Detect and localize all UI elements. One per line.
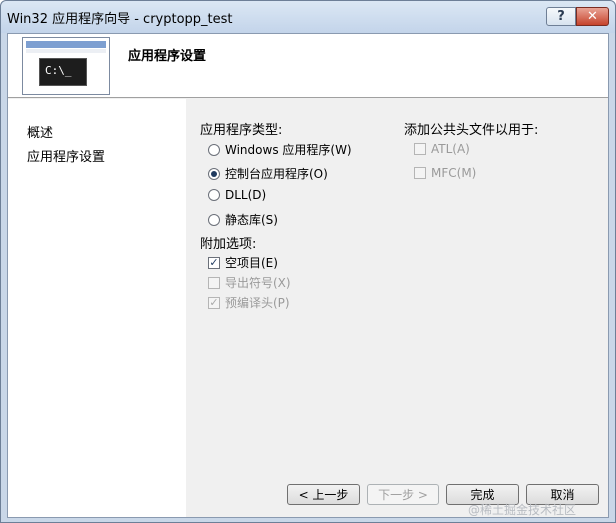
- radio-dll[interactable]: DLL(D): [208, 188, 266, 202]
- console-app-icon: C:\_: [22, 37, 110, 95]
- common-headers-label: 添加公共头文件以用于:: [404, 123, 539, 138]
- header-band: C:\_ 应用程序设置: [8, 34, 608, 98]
- nav-item-overview[interactable]: 概述: [27, 122, 53, 141]
- prev-button[interactable]: < 上一步: [287, 484, 360, 505]
- checkbox-atl[interactable]: ATL(A): [414, 142, 470, 156]
- checkbox-label: 导出符号(X): [225, 276, 291, 290]
- checkbox-label: 预编译头(P): [225, 296, 290, 310]
- checkbox-indicator: [414, 143, 426, 155]
- checkmark-icon: ✓: [208, 295, 220, 309]
- app-type-label: 应用程序类型:: [200, 123, 283, 138]
- radio-indicator: [208, 143, 220, 156]
- next-button[interactable]: 下一步 >: [367, 484, 439, 505]
- radio-label: DLL(D): [225, 188, 267, 202]
- radio-label: 静态库(S): [225, 213, 278, 227]
- checkbox-indicator: [208, 276, 220, 289]
- radio-windows-app[interactable]: Windows 应用程序(W): [208, 141, 352, 158]
- checkbox-label: 空项目(E): [225, 256, 278, 270]
- checkbox-precompiled-header[interactable]: ✓ 预编译头(P): [208, 294, 290, 311]
- close-icon: ✕: [587, 9, 598, 24]
- radio-indicator: [208, 189, 220, 201]
- checkbox-indicator: [414, 167, 426, 179]
- title-bar[interactable]: Win32 应用程序向导 - cryptopp_test ? ✕: [1, 1, 615, 33]
- checkbox-label: ATL(A): [431, 142, 470, 156]
- radio-static-lib[interactable]: 静态库(S): [208, 211, 278, 228]
- help-button[interactable]: ?: [546, 7, 576, 26]
- icon-console: C:\_: [39, 58, 87, 86]
- radio-label: 控制台应用程序(O): [225, 167, 328, 181]
- close-button[interactable]: ✕: [576, 7, 609, 26]
- icon-menubar: [26, 49, 106, 53]
- radio-label: Windows 应用程序(W): [225, 143, 352, 157]
- checkmark-icon: ✓: [208, 255, 220, 269]
- icon-titlebar: [26, 41, 106, 48]
- watermark: @稀土掘金技术社区: [468, 503, 577, 517]
- extra-options-label: 附加选项:: [200, 237, 257, 252]
- checkbox-label: MFC(M): [431, 166, 477, 180]
- nav-item-app-settings[interactable]: 应用程序设置: [27, 146, 105, 165]
- checkbox-mfc[interactable]: MFC(M): [414, 166, 476, 180]
- page-title: 应用程序设置: [128, 49, 207, 64]
- window-title: Win32 应用程序向导 - cryptopp_test: [7, 12, 233, 27]
- radio-indicator: [208, 167, 220, 180]
- checkbox-empty-project[interactable]: ✓ 空项目(E): [208, 254, 278, 271]
- client-area: C:\_ 应用程序设置 概述 应用程序设置 应用程序类型: Windows 应用…: [7, 33, 609, 518]
- checkbox-export-symbols[interactable]: 导出符号(X): [208, 274, 291, 291]
- help-icon: ?: [557, 9, 565, 24]
- radio-console-app[interactable]: 控制台应用程序(O): [208, 165, 328, 182]
- settings-panel: 应用程序类型: Windows 应用程序(W) 控制台应用程序(O) DLL(D…: [186, 99, 608, 517]
- wizard-nav: 概述 应用程序设置: [8, 99, 186, 517]
- radio-indicator: [208, 213, 220, 226]
- wizard-window: Win32 应用程序向导 - cryptopp_test ? ✕ C:\_ 应用…: [0, 0, 616, 523]
